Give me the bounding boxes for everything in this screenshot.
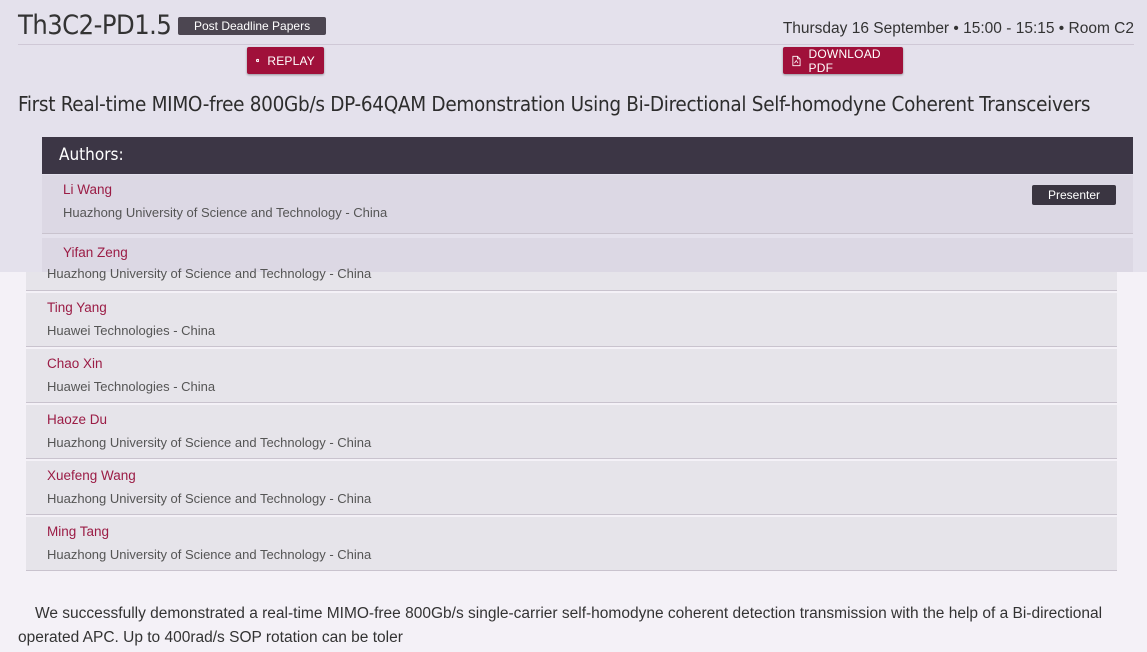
play-circle-icon <box>256 58 260 63</box>
author-item: Xuefeng Wang Huazhong University of Scie… <box>26 461 1117 515</box>
download-label: DOWNLOAD PDF <box>808 46 881 75</box>
author-name[interactable]: Haoze Du <box>47 412 107 427</box>
session-datetime: Thursday 16 September • 15:00 - 15:15 • … <box>782 20 1134 37</box>
download-pdf-button[interactable]: DOWNLOAD PDF <box>783 46 903 75</box>
author-affiliation: Huazhong University of Science and Techn… <box>47 491 372 506</box>
paper-title: First Real-time MIMO-free 800Gb/s DP-64Q… <box>18 92 1091 116</box>
abstract-line-2: operated APC. Up to 400rad/s SOP rotatio… <box>18 629 403 646</box>
author-name[interactable]: Li Wang <box>63 182 112 197</box>
abstract-line-1: We successfully demonstrated a real-time… <box>35 605 1103 622</box>
abstract-text: We successfully demonstrated a real-time… <box>18 602 1132 650</box>
author-affiliation: Huawei Technologies - China <box>47 323 216 338</box>
author-item: Li Wang Huazhong University of Science a… <box>42 175 1133 234</box>
author-item: Ming Tang Huazhong University of Science… <box>26 517 1117 571</box>
file-pdf-icon <box>792 55 801 66</box>
session-header: Th3C2-PD1.5 Post Deadline Papers Thursda… <box>18 8 1134 45</box>
category-badge[interactable]: Post Deadline Papers <box>178 17 327 35</box>
author-item: Chao Xin Huawei Technologies - China <box>26 349 1117 403</box>
author-name[interactable]: Ting Yang <box>47 300 107 315</box>
author-affiliation: Huazhong University of Science and Techn… <box>47 547 372 562</box>
replay-button[interactable]: REPLAY <box>247 47 324 74</box>
author-affiliation: Huawei Technologies - China <box>47 379 216 394</box>
author-affiliation: Huazhong University of Science and Techn… <box>63 205 388 220</box>
authors-heading: Authors: <box>42 137 1133 174</box>
author-affiliation: Huazhong University of Science and Techn… <box>47 266 372 281</box>
author-item: Ting Yang Huawei Technologies - China <box>26 293 1117 347</box>
author-item: Haoze Du Huazhong University of Science … <box>26 405 1117 459</box>
replay-label: REPLAY <box>267 53 315 68</box>
author-name[interactable]: Ming Tang <box>47 524 109 539</box>
author-affiliation: Huazhong University of Science and Techn… <box>47 435 372 450</box>
author-name[interactable]: Chao Xin <box>47 356 103 371</box>
session-code: Th3C2-PD1.5 <box>18 10 172 41</box>
author-item-continued: Huazhong University of Science and Techn… <box>26 266 1117 291</box>
presenter-badge: Presenter <box>1031 185 1116 205</box>
author-name[interactable]: Yifan Zeng <box>63 245 128 260</box>
author-name[interactable]: Xuefeng Wang <box>47 468 136 483</box>
